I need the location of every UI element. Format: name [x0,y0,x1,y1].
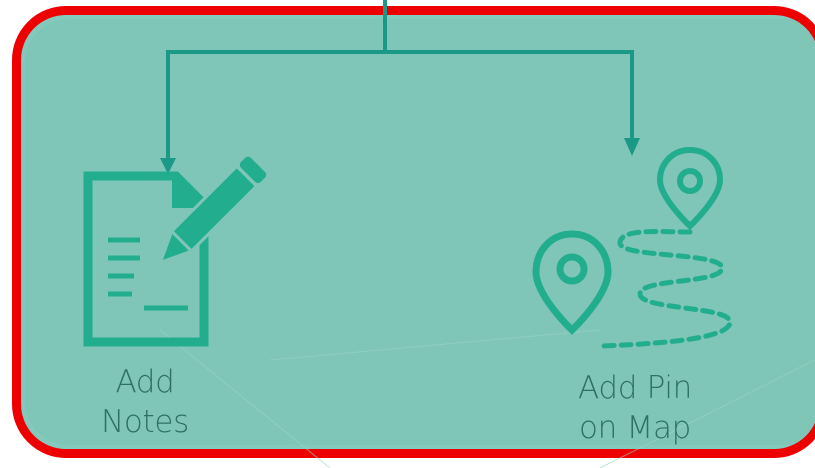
add-notes-label-line2: Notes [100,404,190,440]
notes-edit-icon [83,156,267,347]
add-pin-label-line2: on Map [578,410,692,446]
add-notes-label-line1: Add [115,364,175,400]
background-lines [159,329,815,468]
add-pin-label: Add Pin on Map [555,368,715,448]
connector-lines [166,0,634,162]
map-pin-route-icon [532,146,733,349]
add-notes-label: Add Notes [85,362,205,442]
add-pin-label-line1: Add Pin [577,370,693,406]
arrowhead-right [624,138,640,156]
